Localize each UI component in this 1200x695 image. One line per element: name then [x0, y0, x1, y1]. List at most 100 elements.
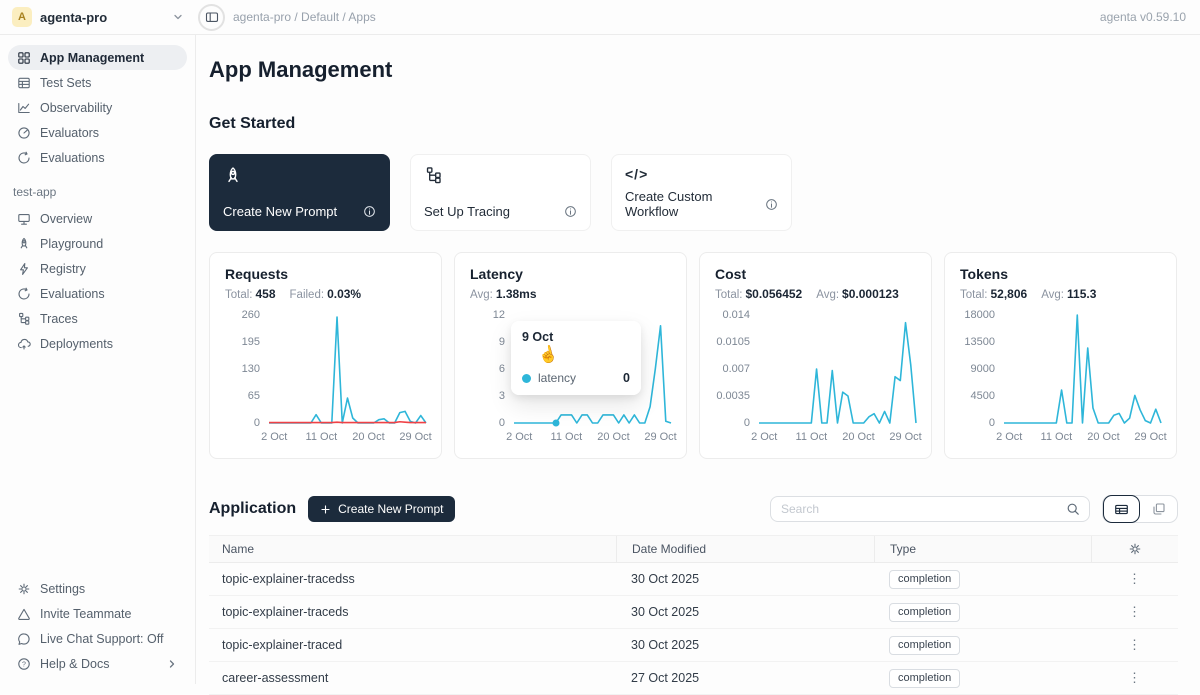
row-actions-menu[interactable]: ⋮: [1128, 574, 1141, 584]
table-row[interactable]: topic-explainer-traceds 30 Oct 2025 comp…: [209, 596, 1178, 629]
create-new-prompt-card[interactable]: Create New Prompt: [209, 154, 390, 231]
row-actions-menu[interactable]: ⋮: [1128, 673, 1141, 683]
column-header-name[interactable]: Name: [209, 542, 616, 556]
stat-value: 52,806: [991, 287, 1028, 301]
sidebar-section-label: test-app: [13, 185, 187, 199]
sidebar-item-label: Test Sets: [40, 76, 91, 90]
requests-plot-area[interactable]: [269, 315, 426, 423]
sidebar-toggle-button[interactable]: [198, 4, 225, 31]
search-input[interactable]: [771, 502, 1057, 516]
table-view-button[interactable]: [1103, 495, 1140, 523]
card-label: Create Custom Workflow: [625, 189, 765, 219]
table-row[interactable]: topic-explainer-traced 30 Oct 2025 compl…: [209, 629, 1178, 662]
sidebar-item-traces[interactable]: Traces: [8, 306, 187, 331]
sidebar-item-observability[interactable]: Observability: [8, 95, 187, 120]
circular-arrow-icon: [17, 287, 31, 301]
tokens-chart-card: Tokens Total:52,806 Avg:115.3 1800013500…: [944, 252, 1177, 459]
stat-value: $0.056452: [746, 287, 803, 301]
y-axis-labels: 129630: [470, 315, 514, 423]
sidebar-item-label: Help & Docs: [40, 657, 109, 671]
type-badge: completion: [889, 636, 960, 655]
stat-value: $0.000123: [842, 287, 899, 301]
trace-tree-icon: [17, 312, 31, 326]
stat-value: 115.3: [1067, 287, 1096, 301]
sidebar-item-label: Overview: [40, 212, 92, 226]
rocket-icon: [223, 166, 376, 186]
sidebar-item-test-sets[interactable]: Test Sets: [8, 70, 187, 95]
chevron-right-icon: [166, 658, 178, 670]
app-name[interactable]: topic-explainer-tracedss: [209, 572, 616, 586]
sidebar-item-label: Settings: [40, 582, 85, 596]
column-settings-button[interactable]: [1091, 536, 1178, 562]
stat: Total:458: [225, 287, 276, 301]
lightning-icon: [17, 262, 31, 276]
sidebar-item-app-management[interactable]: App Management: [8, 45, 187, 70]
view-toggle: [1102, 495, 1178, 523]
sidebar-item-evaluators[interactable]: Evaluators: [8, 120, 187, 145]
sidebar-item-label: Registry: [40, 262, 86, 276]
sidebar-item-registry[interactable]: Registry: [8, 256, 187, 281]
info-icon[interactable]: [564, 205, 577, 218]
stat: Avg:1.38ms: [470, 287, 537, 301]
x-axis-labels: 2 Oct11 Oct20 Oct29 Oct: [514, 431, 671, 447]
y-axis-labels: 0.0140.01050.0070.00350: [715, 315, 759, 423]
table-row[interactable]: career-assessment 27 Oct 2025 completion…: [209, 662, 1178, 695]
cost-chart-card: Cost Total:$0.056452 Avg:$0.000123 0.014…: [699, 252, 932, 459]
sidebar-item-deployments[interactable]: Deployments: [8, 331, 187, 356]
info-icon[interactable]: [363, 205, 376, 218]
sidebar-item-overview[interactable]: Overview: [8, 206, 187, 231]
top-bar: A agenta-pro agenta-pro / Default / Apps…: [0, 0, 1200, 35]
cost-plot-area[interactable]: [759, 315, 916, 423]
sidebar-item-label: Evaluations: [40, 151, 105, 165]
sidebar-item-help-docs[interactable]: ? Help & Docs: [8, 651, 187, 676]
code-icon: </>: [625, 166, 778, 182]
card-label: Create New Prompt: [223, 204, 337, 219]
table-row[interactable]: topic-explainer-tracedss 30 Oct 2025 com…: [209, 563, 1178, 596]
app-version: agenta v0.59.10: [1100, 10, 1200, 24]
create-new-prompt-button[interactable]: Create New Prompt: [308, 496, 455, 522]
highlighted-data-point: [552, 420, 559, 427]
sidebar-item-label: App Management: [40, 51, 144, 65]
chart-title: Latency: [470, 266, 671, 282]
breadcrumb[interactable]: agenta-pro / Default / Apps: [233, 10, 376, 24]
sidebar-item-label: Live Chat Support: Off: [40, 632, 163, 646]
create-custom-workflow-card[interactable]: </> Create Custom Workflow: [611, 154, 792, 231]
stat-label: Avg:: [470, 289, 493, 301]
column-header-date-modified[interactable]: Date Modified: [616, 536, 874, 562]
chart-tooltip: 9 Oct ☝ latency 0: [511, 321, 641, 395]
chart-stats: Total:52,806 Avg:115.3: [960, 287, 1161, 301]
gear-icon: [17, 582, 31, 596]
type-badge: completion: [889, 669, 960, 688]
chevron-down-icon: [172, 11, 184, 23]
workspace-switcher[interactable]: A agenta-pro: [0, 7, 196, 27]
info-icon[interactable]: [765, 198, 778, 211]
app-name[interactable]: topic-explainer-traceds: [209, 605, 616, 619]
sidebar-item-settings[interactable]: Settings: [8, 576, 187, 601]
sidebar-item-evaluations-app[interactable]: Evaluations: [8, 281, 187, 306]
column-header-type[interactable]: Type: [874, 536, 1091, 562]
tokens-plot-area[interactable]: [1004, 315, 1161, 423]
sidebar-item-live-chat-support[interactable]: Live Chat Support: Off: [8, 626, 187, 651]
sidebar-item-label: Invite Teammate: [40, 607, 131, 621]
card-view-button[interactable]: [1140, 495, 1177, 523]
stat: Failed:0.03%: [290, 287, 362, 301]
sidebar-item-evaluations[interactable]: Evaluations: [8, 145, 187, 170]
plus-icon: [320, 504, 331, 515]
row-actions-menu[interactable]: ⋮: [1128, 640, 1141, 650]
sidebar-item-playground[interactable]: Playground: [8, 231, 187, 256]
sidebar-item-label: Evaluations: [40, 287, 105, 301]
search-icon[interactable]: [1057, 502, 1089, 516]
workspace-name: agenta-pro: [40, 10, 164, 25]
app-name[interactable]: topic-explainer-traced: [209, 638, 616, 652]
rocket-icon: [17, 237, 31, 251]
y-axis-labels: 260195130650: [225, 315, 269, 423]
row-actions-menu[interactable]: ⋮: [1128, 607, 1141, 617]
table-icon: [17, 76, 31, 90]
set-up-tracing-card[interactable]: Set Up Tracing: [410, 154, 591, 231]
button-label: Create New Prompt: [338, 502, 443, 516]
sidebar-item-invite-teammate[interactable]: Invite Teammate: [8, 601, 187, 626]
stat-label: Total:: [960, 289, 988, 301]
app-date-modified: 30 Oct 2025: [616, 638, 874, 652]
chart-stats: Avg:1.38ms: [470, 287, 671, 301]
app-name[interactable]: career-assessment: [209, 671, 616, 685]
